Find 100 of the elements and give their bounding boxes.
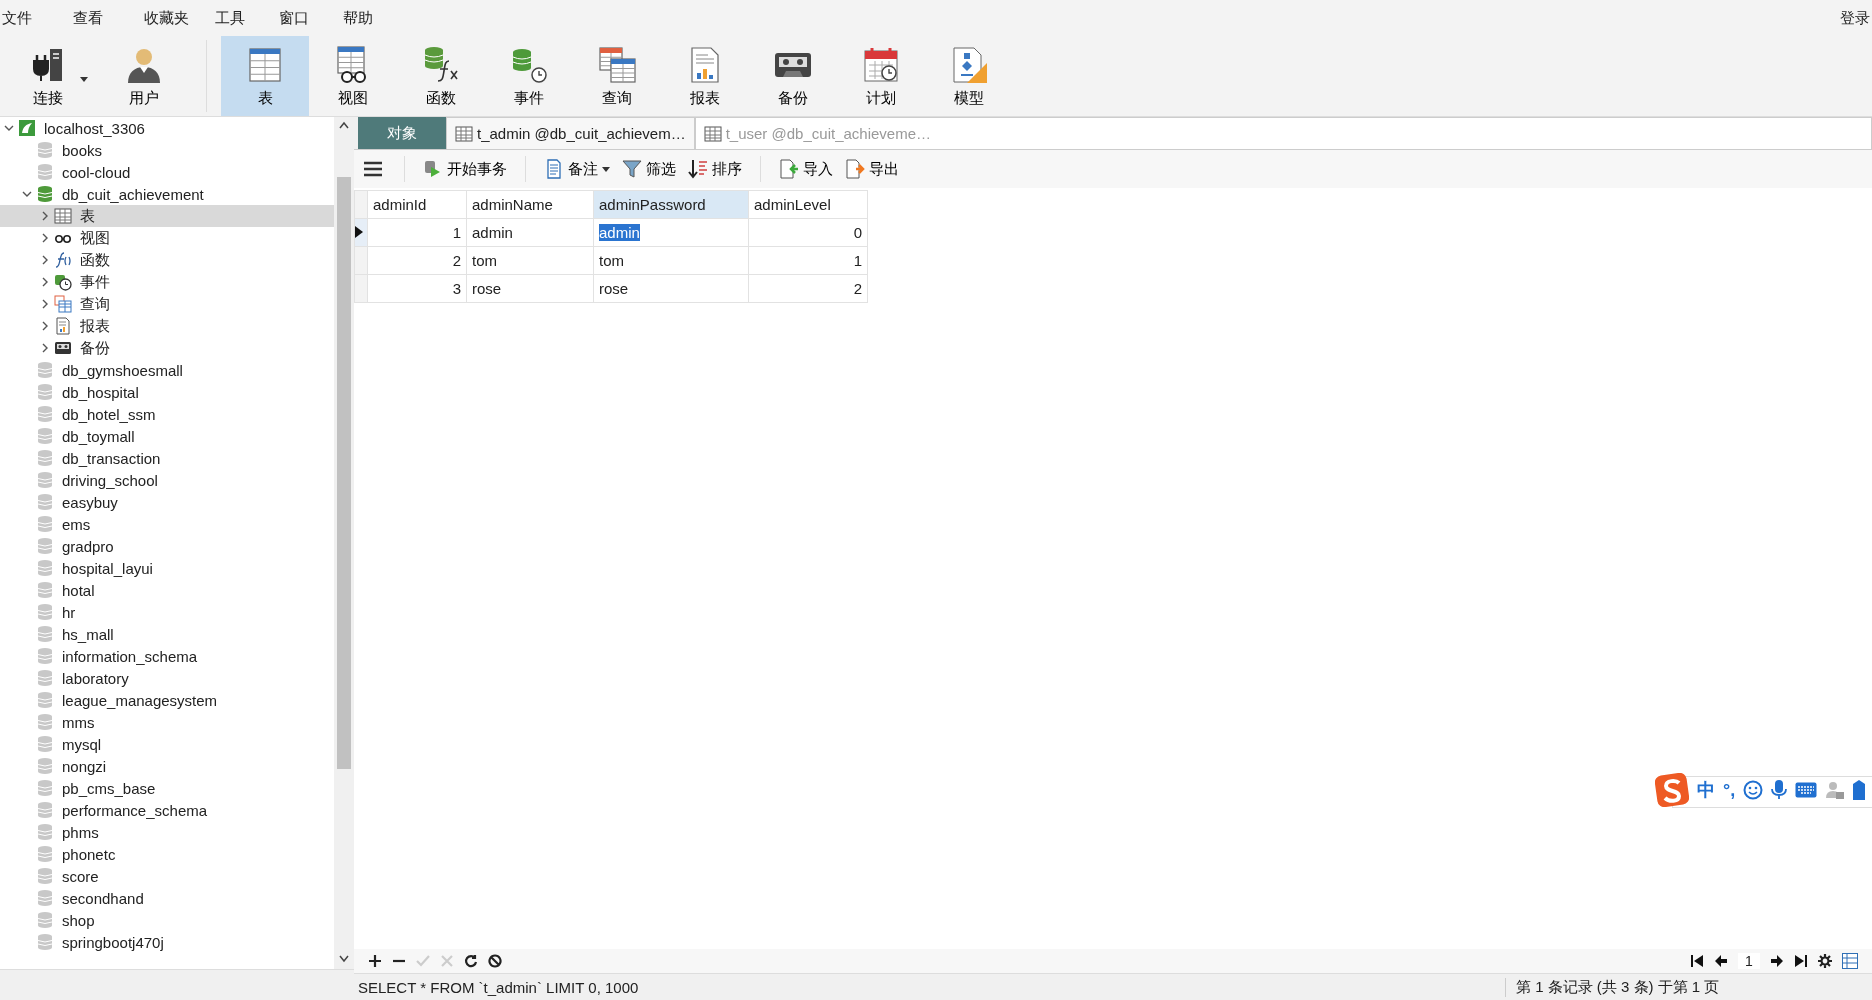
tree-item[interactable]: secondhand [0, 887, 334, 909]
toolbar-button[interactable]: 查询 [573, 36, 661, 116]
tree-item[interactable]: phms [0, 821, 334, 843]
toolbar-button[interactable]: 备注 [540, 157, 614, 181]
tree-item[interactable]: pb_cms_base [0, 777, 334, 799]
caret-icon[interactable] [80, 77, 88, 82]
toolbar-button[interactable]: 表 [221, 36, 309, 116]
tree-item[interactable]: 表 [0, 205, 334, 227]
tree-item[interactable]: db_transaction [0, 447, 334, 469]
menu-item[interactable]: 工具 [213, 8, 277, 28]
tree-item[interactable]: hr [0, 601, 334, 623]
tree-item[interactable]: laboratory [0, 667, 334, 689]
toolbar-button[interactable]: 计划 [837, 36, 925, 116]
toolbar-button[interactable]: 导入 [775, 157, 837, 181]
check-icon[interactable] [416, 954, 430, 968]
toolbar-button[interactable]: 连接 [0, 36, 96, 116]
toolbar-button[interactable]: 视图 [309, 36, 397, 116]
tree-item[interactable]: db_hotel_ssm [0, 403, 334, 425]
toolbar-button[interactable]: 报表 [661, 36, 749, 116]
first-page-icon[interactable] [1690, 954, 1704, 968]
tree-item[interactable]: cool-cloud [0, 161, 334, 183]
record-count: 第 1 条记录 (共 3 条) 于第 1 页 [1505, 977, 1872, 997]
toolbar-button[interactable]: 排序 [684, 157, 746, 181]
tree-item[interactable]: nongzi [0, 755, 334, 777]
menu-item[interactable]: 收藏夹 [142, 8, 213, 28]
column-header[interactable]: adminPassword [593, 190, 749, 219]
toolbar-button[interactable]: 筛选 [618, 157, 680, 181]
tree-item[interactable]: books [0, 139, 334, 161]
tree-item[interactable]: hs_mall [0, 623, 334, 645]
last-page-icon[interactable] [1794, 954, 1808, 968]
next-page-icon[interactable] [1770, 954, 1784, 968]
smiley-icon[interactable] [1743, 780, 1764, 800]
tree-item[interactable]: db_hospital [0, 381, 334, 403]
toolbar-button[interactable]: 事件 [485, 36, 573, 116]
menu-item[interactable]: 窗口 [277, 8, 341, 28]
tree-item[interactable]: easybuy [0, 491, 334, 513]
tree-item[interactable]: db_cuit_achievement [0, 183, 334, 205]
user-icon[interactable] [1825, 780, 1846, 800]
row-marker[interactable] [354, 274, 368, 303]
microphone-icon[interactable] [1771, 780, 1788, 800]
scrollbar[interactable] [334, 117, 354, 969]
tree-item[interactable]: 视图 [0, 227, 334, 249]
tree-item[interactable]: 查询 [0, 293, 334, 315]
scroll-up-icon[interactable] [338, 121, 350, 129]
stop-icon[interactable] [488, 954, 502, 968]
tree-item-label: hotal [62, 581, 95, 599]
punctuation-toggle[interactable]: °, [1723, 779, 1736, 801]
menu-item[interactable]: 查看 [71, 8, 142, 28]
tree-item-label: information_schema [62, 647, 198, 665]
tree-item[interactable]: driving_school [0, 469, 334, 491]
menu-item[interactable]: 文件 [0, 8, 71, 28]
tree-item[interactable]: score [0, 865, 334, 887]
caret-icon[interactable] [602, 166, 610, 172]
tree-item[interactable]: db_toymall [0, 425, 334, 447]
tab[interactable]: 对象 [358, 117, 446, 149]
refresh-icon[interactable] [464, 954, 478, 968]
tree-item[interactable]: 备份 [0, 337, 334, 359]
settings-icon[interactable] [1818, 954, 1832, 968]
toolbar-button[interactable]: 模型 [925, 36, 1013, 116]
tab[interactable]: t_admin @db_cuit_achievem… [446, 117, 695, 149]
toolbar-button[interactable]: 备份 [749, 36, 837, 116]
tree-item[interactable]: mms [0, 711, 334, 733]
row-marker[interactable] [354, 246, 368, 275]
toolbar-button[interactable]: 导出 [841, 157, 903, 181]
grid-view-icon[interactable] [1842, 953, 1858, 969]
column-header[interactable]: adminId [367, 190, 467, 219]
tree-item[interactable]: 事件 [0, 271, 334, 293]
login-link[interactable]: 登录 [1840, 8, 1872, 28]
tree-item[interactable]: hotal [0, 579, 334, 601]
tree-item[interactable]: ems [0, 513, 334, 535]
tree-item[interactable]: db_gymshoesmall [0, 359, 334, 381]
export-icon [845, 159, 865, 179]
previous-page-icon[interactable] [1714, 954, 1728, 968]
tree-item[interactable]: 函数 [0, 249, 334, 271]
tree-item[interactable]: phonetc [0, 843, 334, 865]
ime-logo-icon[interactable] [1655, 773, 1689, 807]
tree-item[interactable]: springbootj470j [0, 931, 334, 953]
tree-item[interactable]: performance_schema [0, 799, 334, 821]
add-icon[interactable] [368, 954, 382, 968]
tree-item[interactable]: gradpro [0, 535, 334, 557]
tree-item[interactable]: league_managesystem [0, 689, 334, 711]
tree-item[interactable]: localhost_3306 [0, 117, 334, 139]
tree-item[interactable]: shop [0, 909, 334, 931]
toolbar-button[interactable]: 函数 [397, 36, 485, 116]
tree-item[interactable]: mysql [0, 733, 334, 755]
toolbar-button[interactable]: 开始事务 [419, 157, 511, 181]
tree-item[interactable]: hospital_layui [0, 557, 334, 579]
row-marker[interactable] [354, 218, 368, 247]
menu-icon[interactable] [364, 161, 382, 177]
input-mode-toggle[interactable]: 中 [1697, 778, 1715, 802]
tree-item-label: mms [62, 713, 95, 731]
tree-item[interactable]: 报表 [0, 315, 334, 337]
column-header[interactable]: adminLevel [748, 190, 868, 219]
toolbar-button[interactable]: 用户 [96, 36, 192, 116]
menu-item[interactable]: 帮助 [341, 8, 412, 28]
tree-item[interactable]: information_schema [0, 645, 334, 667]
scroll-down-icon[interactable] [338, 955, 350, 963]
column-header[interactable]: adminName [466, 190, 594, 219]
page-number-field[interactable]: 1 [1738, 953, 1760, 969]
database-icon [36, 647, 54, 665]
